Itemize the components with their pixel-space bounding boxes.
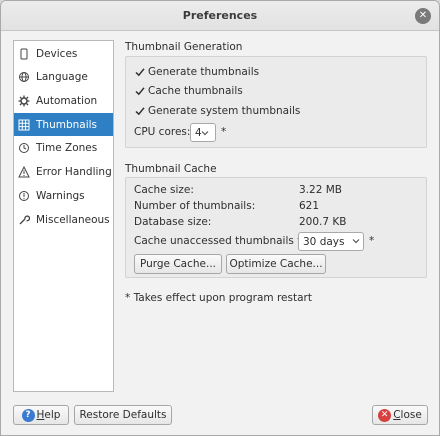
generate-thumbnails-checkbox[interactable]: Generate thumbnails xyxy=(134,65,259,79)
sidebar-item-label: Language xyxy=(36,70,88,83)
restart-note: * Takes effect upon program restart xyxy=(125,292,312,304)
info-icon xyxy=(18,190,30,202)
help-button[interactable]: ? Help xyxy=(13,405,69,425)
sidebar-item-time-zones[interactable]: Time Zones xyxy=(14,136,113,159)
sidebar-item-language[interactable]: Language xyxy=(14,65,113,88)
thumbnail-generation-group: Generate thumbnails Cache thumbnails Gen… xyxy=(125,56,427,148)
preferences-window: Preferences ✕ Devices Language Automatio… xyxy=(0,0,440,436)
generate-system-thumbnails-checkbox[interactable]: Generate system thumbnails xyxy=(134,104,300,118)
gear-icon xyxy=(18,95,30,107)
chevron-down-icon xyxy=(201,123,215,142)
unaccessed-days-value: 30 days xyxy=(303,235,345,248)
sidebar-item-label: Miscellaneous xyxy=(36,213,110,226)
thumbnail-generation-heading: Thumbnail Generation xyxy=(125,41,243,53)
globe-icon xyxy=(18,71,30,83)
purge-cache-button[interactable]: Purge Cache... xyxy=(134,254,222,274)
cache-size-row: Cache size: 3.22 MB xyxy=(134,184,342,196)
sidebar-item-miscellaneous[interactable]: Miscellaneous xyxy=(14,208,113,231)
close-label-rest: lose xyxy=(400,409,422,421)
restart-marker: * xyxy=(221,126,227,138)
num-thumbnails-value: 621 xyxy=(299,200,320,212)
thumbnail-cache-heading: Thumbnail Cache xyxy=(125,163,217,175)
num-thumbnails-row: Number of thumbnails: 621 xyxy=(134,200,319,212)
unaccessed-days-spinbox[interactable]: 30 days xyxy=(298,232,364,251)
sidebar-item-warnings[interactable]: Warnings xyxy=(14,184,113,207)
sidebar-item-error-handling[interactable]: Error Handling xyxy=(14,160,113,183)
wrench-icon xyxy=(18,214,30,226)
restore-defaults-button[interactable]: Restore Defaults xyxy=(74,405,172,425)
cache-size-label: Cache size: xyxy=(134,184,194,196)
close-icon: ✕ xyxy=(418,10,428,21)
window-title: Preferences xyxy=(182,9,258,22)
category-list: Devices Language Automation Thumbnails T… xyxy=(13,40,114,392)
window-close-button[interactable]: ✕ xyxy=(415,8,431,24)
optimize-cache-button[interactable]: Optimize Cache... xyxy=(226,254,326,274)
sidebar-item-label: Time Zones xyxy=(36,141,98,154)
device-icon xyxy=(18,48,30,60)
checkmark-icon xyxy=(134,66,146,78)
sidebar-item-label: Devices xyxy=(36,47,78,60)
database-size-label: Database size: xyxy=(134,216,212,228)
help-label-rest: elp xyxy=(44,409,61,421)
cache-thumbnails-checkbox[interactable]: Cache thumbnails xyxy=(134,84,243,98)
num-thumbnails-label: Number of thumbnails: xyxy=(134,200,256,212)
sidebar-item-label: Thumbnails xyxy=(36,118,98,131)
grid-icon xyxy=(18,119,30,131)
close-button[interactable]: ✕ Close xyxy=(372,405,428,425)
checkmark-icon xyxy=(134,85,146,97)
database-size-row: Database size: 200.7 KB xyxy=(134,216,347,228)
sidebar-item-label: Error Handling xyxy=(36,165,112,178)
clock-icon xyxy=(18,142,30,154)
sidebar-item-label: Warnings xyxy=(36,189,85,202)
sidebar-item-label: Automation xyxy=(36,94,98,107)
database-size-value: 200.7 KB xyxy=(299,216,347,228)
title-bar: Preferences ✕ xyxy=(1,1,439,31)
sidebar-item-thumbnails[interactable]: Thumbnails xyxy=(14,113,113,136)
help-mnemonic: H xyxy=(36,409,45,421)
close-mnemonic: C xyxy=(393,409,401,421)
help-icon: ? xyxy=(21,408,35,422)
restart-marker: * xyxy=(369,235,375,247)
sidebar-item-automation[interactable]: Automation xyxy=(14,89,113,112)
cache-size-value: 3.22 MB xyxy=(299,184,342,196)
checkmark-icon xyxy=(134,105,146,117)
thumbnail-cache-group: Cache size: 3.22 MB Number of thumbnails… xyxy=(125,177,427,278)
sidebar-item-devices[interactable]: Devices xyxy=(14,42,113,65)
unaccessed-label: Cache unaccessed thumbnails for: xyxy=(134,235,315,247)
warning-icon xyxy=(18,165,30,178)
chevron-down-icon xyxy=(349,237,363,247)
close-icon: ✕ xyxy=(378,408,392,422)
cpu-cores-label: CPU cores: xyxy=(134,126,191,138)
